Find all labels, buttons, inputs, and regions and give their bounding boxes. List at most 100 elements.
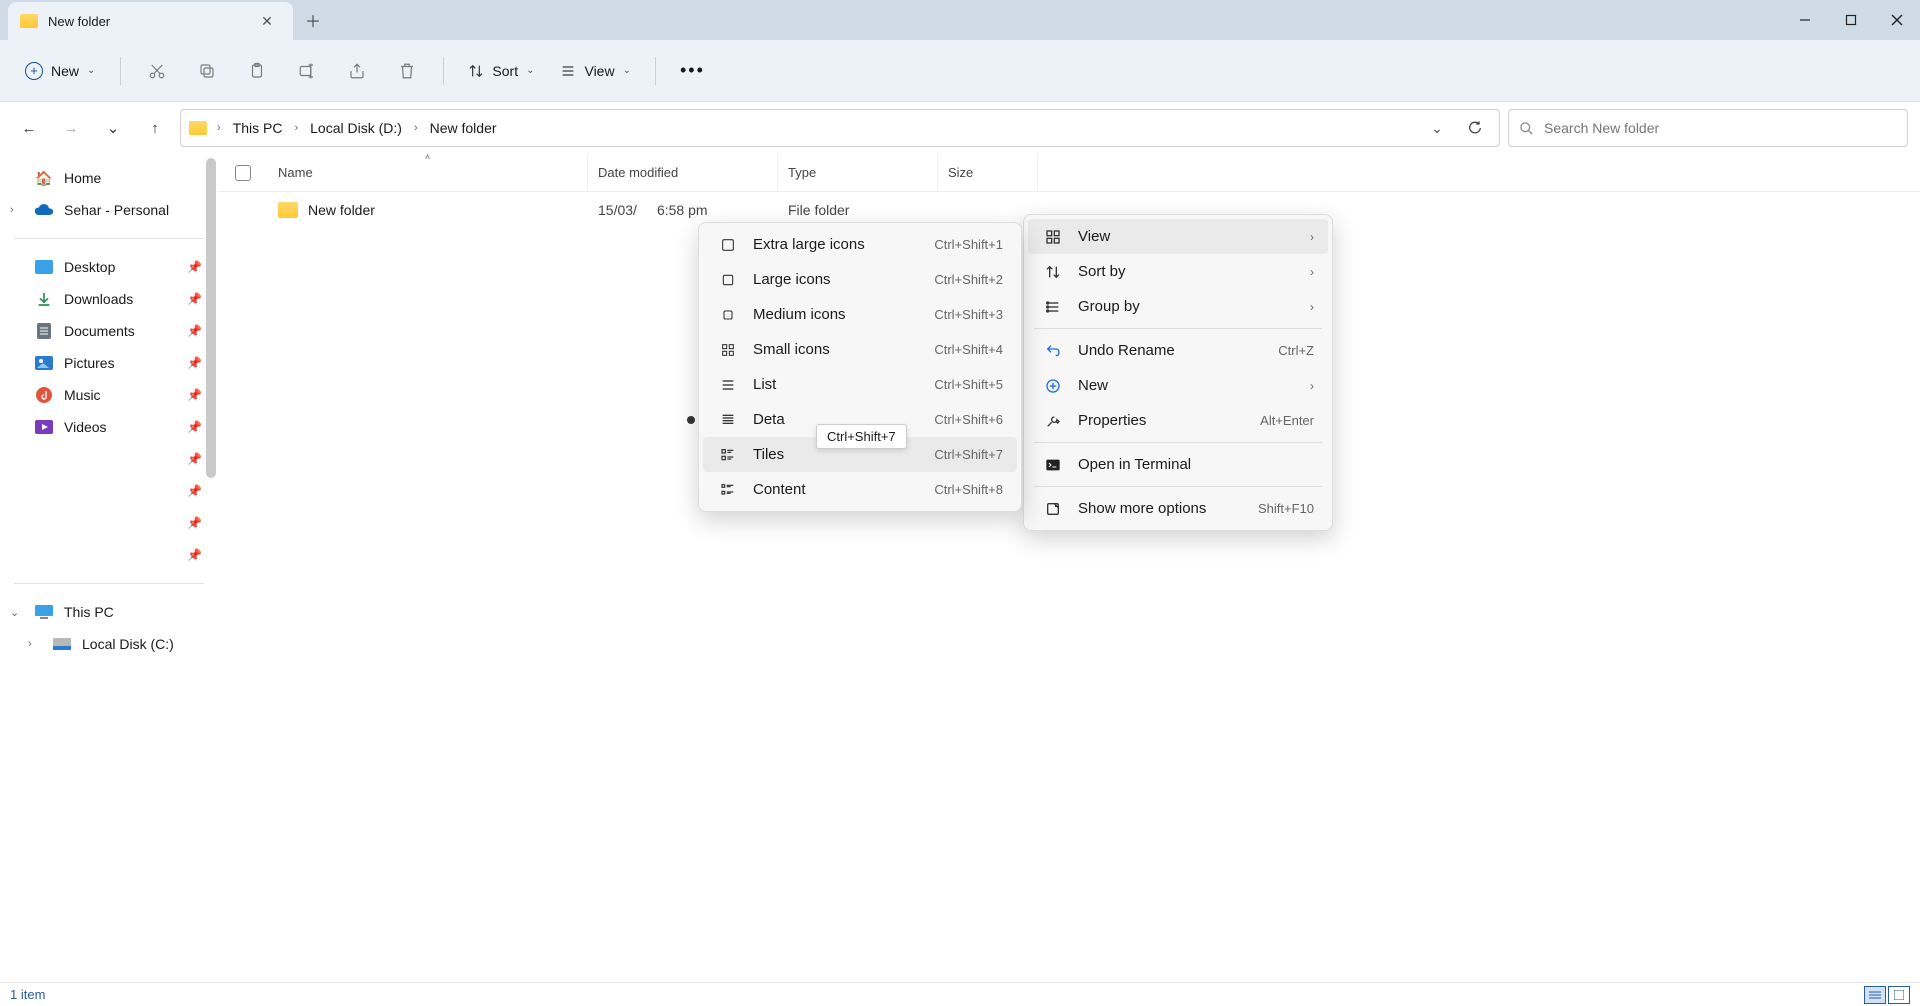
- column-header-name[interactable]: ˄ Name: [268, 154, 588, 191]
- address-bar-row: ← → ⌄ ↑ › This PC › Local Disk (D:) › Ne…: [0, 102, 1920, 154]
- more-button[interactable]: •••: [670, 56, 715, 85]
- context-item-undo[interactable]: Undo Rename Ctrl+Z: [1028, 333, 1328, 368]
- back-button[interactable]: ←: [12, 111, 46, 145]
- tooltip: Ctrl+Shift+7: [816, 424, 907, 449]
- chevron-down-icon: ⌄: [623, 65, 631, 76]
- maximize-button[interactable]: [1828, 0, 1874, 40]
- sidebar-item-documents[interactable]: Documents 📌: [4, 315, 214, 347]
- computer-icon: [34, 603, 54, 621]
- folder-icon: [20, 14, 38, 28]
- details-view-button[interactable]: [1864, 986, 1886, 1004]
- rename-button[interactable]: [285, 53, 329, 89]
- thumbnails-view-button[interactable]: [1888, 986, 1910, 1004]
- pin-icon: 📌: [187, 420, 202, 434]
- forward-button[interactable]: →: [54, 111, 88, 145]
- chevron-right-icon[interactable]: ›: [10, 204, 14, 216]
- context-item-terminal[interactable]: Open in Terminal: [1028, 447, 1328, 482]
- tab-close-button[interactable]: ✕: [253, 13, 281, 30]
- new-button[interactable]: + New ⌄: [14, 55, 106, 87]
- sidebar-item-music[interactable]: Music 📌: [4, 379, 214, 411]
- new-label: New: [51, 63, 79, 79]
- search-input[interactable]: [1544, 120, 1897, 136]
- context-item-sortby[interactable]: Sort by ›: [1028, 254, 1328, 289]
- status-bar: 1 item: [0, 982, 1920, 1006]
- folder-icon: [189, 121, 207, 135]
- list-icon: [560, 63, 576, 79]
- paste-button[interactable]: [235, 53, 279, 89]
- context-view-item[interactable]: ListCtrl+Shift+5: [703, 367, 1017, 402]
- wrench-icon: [1042, 413, 1064, 429]
- breadcrumb-item[interactable]: This PC: [227, 116, 289, 140]
- context-item-new[interactable]: New ›: [1028, 368, 1328, 403]
- view-mode-icon: [717, 447, 739, 463]
- sidebar-label: This PC: [64, 604, 114, 620]
- address-dropdown-button[interactable]: ⌄: [1421, 112, 1453, 144]
- refresh-button[interactable]: [1459, 112, 1491, 144]
- sidebar-item-videos[interactable]: Videos 📌: [4, 411, 214, 443]
- terminal-icon: [1042, 457, 1064, 473]
- file-name-cell: New folder: [268, 202, 588, 218]
- context-view-item[interactable]: Extra large iconsCtrl+Shift+1: [703, 227, 1017, 262]
- cut-button[interactable]: [135, 53, 179, 89]
- pictures-icon: [34, 354, 54, 372]
- view-button[interactable]: View ⌄: [550, 57, 640, 85]
- tab-current[interactable]: New folder ✕: [8, 2, 293, 40]
- delete-button[interactable]: [385, 53, 429, 89]
- folder-icon: [278, 202, 298, 218]
- context-view-item[interactable]: Large iconsCtrl+Shift+2: [703, 262, 1017, 297]
- context-view-item[interactable]: Medium iconsCtrl+Shift+3: [703, 297, 1017, 332]
- title-bar: New folder ✕ ＋: [0, 0, 1920, 40]
- address-bar[interactable]: › This PC › Local Disk (D:) › New folder…: [180, 109, 1500, 147]
- context-item-properties[interactable]: Properties Alt+Enter: [1028, 403, 1328, 438]
- context-item-more[interactable]: Show more options Shift+F10: [1028, 491, 1328, 526]
- view-mode-icon: [717, 237, 739, 253]
- sidebar-item-thispc[interactable]: ⌄ This PC: [4, 596, 214, 628]
- recent-button[interactable]: ⌄: [96, 111, 130, 145]
- column-header-date[interactable]: Date modified: [588, 154, 778, 191]
- view-mode-icon: [717, 412, 739, 428]
- new-tab-button[interactable]: ＋: [293, 0, 333, 40]
- chevron-down-icon: ⌄: [87, 65, 95, 76]
- view-label: View: [584, 63, 614, 79]
- sidebar-item-pictures[interactable]: Pictures 📌: [4, 347, 214, 379]
- sidebar-label: Sehar - Personal: [64, 202, 169, 218]
- up-button[interactable]: ↑: [138, 111, 172, 145]
- desktop-icon: [34, 258, 54, 276]
- sidebar-item-personal[interactable]: › Sehar - Personal: [4, 194, 214, 226]
- copy-button[interactable]: [185, 53, 229, 89]
- context-view-item[interactable]: Small iconsCtrl+Shift+4: [703, 332, 1017, 367]
- column-header-size[interactable]: Size: [938, 154, 1038, 191]
- pin-icon: 📌: [187, 548, 202, 562]
- more-options-icon: [1042, 501, 1064, 517]
- view-mode-icon: [717, 272, 739, 288]
- context-item-view[interactable]: View ›: [1028, 219, 1328, 254]
- sidebar-item-pinned[interactable]: 📌: [4, 475, 214, 507]
- file-type-cell: File folder: [778, 202, 938, 218]
- context-view-item[interactable]: ContentCtrl+Shift+8: [703, 472, 1017, 507]
- breadcrumb-item[interactable]: Local Disk (D:): [304, 116, 408, 140]
- sidebar-item-pinned[interactable]: 📌: [4, 539, 214, 571]
- grid-icon: [1042, 229, 1064, 245]
- context-menu: View › Sort by › Group by › Undo Rename …: [1023, 214, 1333, 531]
- chevron-right-icon[interactable]: ›: [28, 638, 32, 650]
- sidebar-label: Music: [64, 387, 101, 403]
- chevron-down-icon[interactable]: ⌄: [10, 606, 19, 619]
- column-header-type[interactable]: Type: [778, 154, 938, 191]
- sidebar-item-pinned[interactable]: 📌: [4, 443, 214, 475]
- videos-icon: [34, 418, 54, 436]
- context-item-groupby[interactable]: Group by ›: [1028, 289, 1328, 324]
- close-window-button[interactable]: [1874, 0, 1920, 40]
- view-mode-icon: [717, 482, 739, 498]
- breadcrumb-item[interactable]: New folder: [424, 116, 503, 140]
- sidebar-item-desktop[interactable]: Desktop 📌: [4, 251, 214, 283]
- sort-button[interactable]: Sort ⌄: [458, 57, 544, 85]
- sidebar-item-localc[interactable]: › Local Disk (C:): [4, 628, 214, 660]
- share-button[interactable]: [335, 53, 379, 89]
- sidebar-item-pinned[interactable]: 📌: [4, 507, 214, 539]
- context-submenu-view: Extra large iconsCtrl+Shift+1Large icons…: [698, 222, 1022, 512]
- select-all-checkbox[interactable]: [235, 165, 251, 181]
- sidebar-item-home[interactable]: 🏠 Home: [4, 162, 214, 194]
- sidebar-item-downloads[interactable]: Downloads 📌: [4, 283, 214, 315]
- minimize-button[interactable]: [1782, 0, 1828, 40]
- search-box[interactable]: [1508, 109, 1908, 147]
